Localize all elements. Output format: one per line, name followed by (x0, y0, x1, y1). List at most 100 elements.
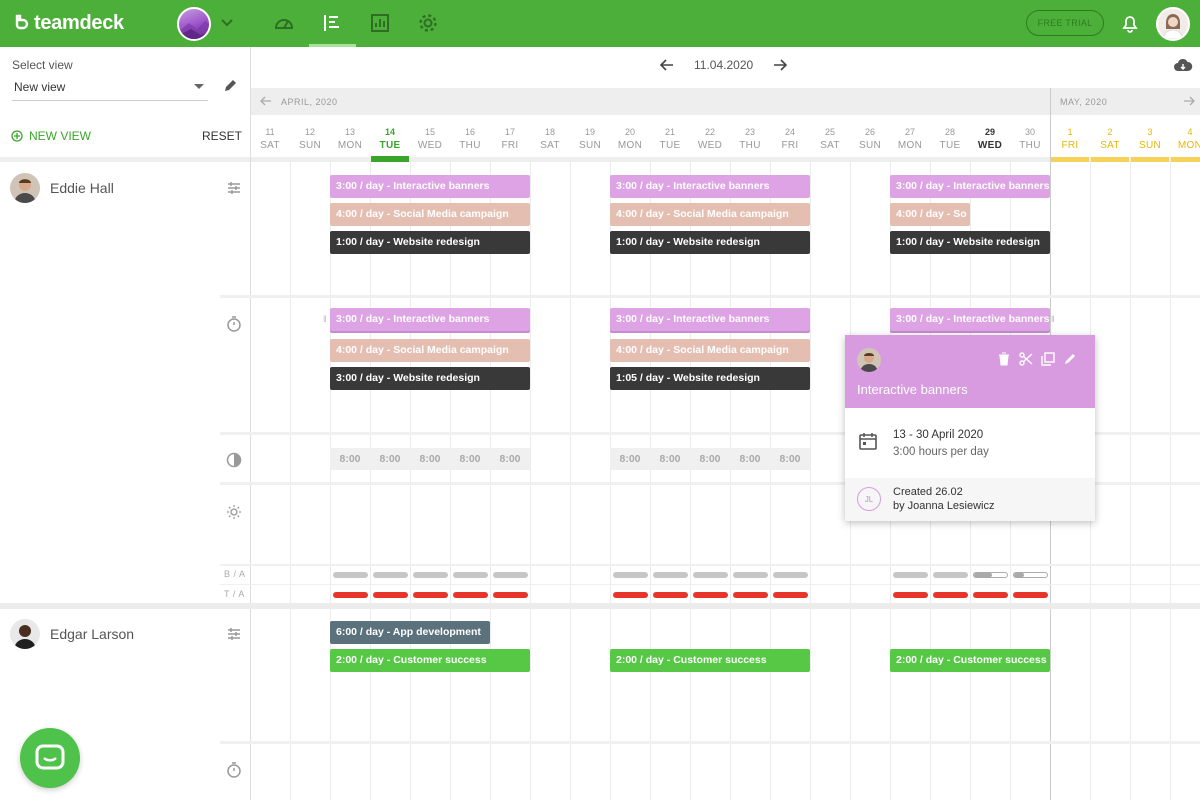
copy-icon[interactable] (1041, 352, 1055, 366)
top-bar: teamdeck FREE TRIAL (0, 0, 1200, 47)
reset-button[interactable]: RESET (202, 129, 242, 143)
free-trial-button[interactable]: FREE TRIAL (1026, 10, 1104, 36)
day-column-header[interactable]: 30 THU (1010, 125, 1050, 153)
assignment-bar[interactable]: 4:00 / day - Social Media campaign (610, 203, 810, 226)
day-column-header[interactable]: 23 THU (730, 125, 770, 153)
ba-pill (693, 572, 728, 578)
day-number: 14 (384, 127, 395, 137)
capacity-hours: 8:00 (499, 453, 521, 465)
day-column-header[interactable]: 14 TUE (370, 125, 410, 153)
assignment-bar[interactable]: 2:00 / day - Customer success (610, 649, 810, 672)
bell-icon[interactable] (1120, 13, 1140, 33)
day-column-header[interactable]: 1 FRI (1050, 125, 1090, 153)
schedule-icon[interactable] (322, 12, 344, 34)
dashboard-icon[interactable] (273, 12, 295, 34)
assignment-bar[interactable]: 4:00 / day - So (890, 203, 970, 226)
user-avatar[interactable] (1156, 7, 1190, 41)
assignment-bar[interactable]: 2:00 / day - Customer success (330, 649, 530, 672)
reports-icon[interactable] (369, 12, 391, 34)
planned-sliders-icon (228, 182, 240, 194)
timesheet-bar[interactable]: 4:00 / day - Social Media campaign (330, 339, 530, 362)
current-date[interactable]: 11.04.2020 (694, 58, 753, 72)
trash-icon[interactable] (997, 352, 1011, 366)
day-column-header[interactable]: 24 FRI (770, 125, 810, 153)
assignment-bar[interactable]: 1:00 / day - Website redesign (330, 231, 530, 254)
chat-widget-button[interactable] (20, 728, 80, 788)
assignment-bar[interactable]: 3:00 / day - Interactive banners (330, 175, 530, 198)
day-column-header[interactable]: 16 THU (450, 125, 490, 153)
timesheet-bar[interactable]: 3:00 / day - Website redesign (330, 367, 530, 390)
day-column-header[interactable]: 12 SUN (290, 125, 330, 153)
select-view-dropdown[interactable]: New view (14, 80, 65, 94)
caret-down-icon[interactable] (194, 84, 204, 89)
day-column-header[interactable]: 27 MON (890, 125, 930, 153)
teamdeck-logo[interactable]: teamdeck (14, 11, 124, 35)
assignment-bar[interactable]: 4:00 / day - Social Media campaign (330, 203, 530, 226)
scissors-icon[interactable] (1019, 352, 1033, 366)
assignment-bar[interactable]: 1:00 / day - Website redesign (890, 231, 1050, 254)
creator-initials-avatar: JL (857, 487, 881, 511)
day-column-header[interactable]: 4 MON (1170, 125, 1200, 153)
person-separator (0, 603, 1200, 609)
chevron-down-icon[interactable] (220, 16, 234, 30)
new-view-button[interactable]: NEW VIEW (11, 129, 91, 143)
settings-icon[interactable] (417, 12, 439, 34)
day-weekday: SAT (820, 140, 840, 151)
arrow-right-icon[interactable] (773, 58, 788, 72)
day-weekday: SAT (1100, 140, 1120, 151)
day-column-header[interactable]: 29 WED (970, 125, 1010, 153)
timesheet-bar[interactable]: 3:00 / day - Interactive banners (330, 308, 530, 331)
pencil-icon[interactable] (222, 78, 238, 94)
person-name: Eddie Hall (50, 180, 114, 196)
day-column-header[interactable]: 2 SAT (1090, 125, 1130, 153)
day-column-header[interactable]: 26 SUN (850, 125, 890, 153)
drag-handle[interactable]: ‖ (323, 314, 327, 324)
drag-handle[interactable]: ‖ (1051, 314, 1055, 324)
timesheet-bar[interactable]: 3:00 / day - Interactive banners (610, 308, 810, 331)
plus-circle-icon (11, 130, 23, 142)
day-number: 2 (1107, 127, 1113, 137)
avatar (857, 348, 881, 372)
assignment-bar[interactable]: 1:00 / day - Website redesign (610, 231, 810, 254)
timesheet-bar[interactable]: 1:05 / day - Website redesign (610, 367, 810, 390)
day-column-header[interactable]: 21 TUE (650, 125, 690, 153)
day-column-header[interactable]: 15 WED (410, 125, 450, 153)
month-label-april: APRIL, 2020 (281, 97, 338, 107)
day-column-header[interactable]: 20 MON (610, 125, 650, 153)
month-prev-icon[interactable] (260, 96, 272, 106)
day-column-header[interactable]: 3 SUN (1130, 125, 1170, 153)
grid-line (570, 162, 571, 800)
day-column-header[interactable]: 19 SUN (570, 125, 610, 153)
day-column-header[interactable]: 18 SAT (530, 125, 570, 153)
ta-pill (453, 592, 488, 598)
person-eddie-hall[interactable]: Eddie Hall (10, 173, 114, 203)
arrow-left-icon[interactable] (660, 58, 674, 72)
day-column-header[interactable]: 25 SAT (810, 125, 850, 153)
row-separator (220, 584, 1200, 585)
day-weekday: WED (697, 140, 723, 151)
grid-line (810, 162, 811, 800)
day-number: 3 (1147, 127, 1153, 137)
cloud-download-icon[interactable] (1173, 58, 1193, 74)
day-column-header[interactable]: 22 WED (690, 125, 730, 153)
month-next-icon[interactable] (1183, 96, 1195, 106)
day-weekday: SAT (540, 140, 560, 151)
day-column-header[interactable]: 11 SAT (250, 125, 290, 153)
assignment-popup: Interactive banners 13 - 30 April 2020 3… (845, 335, 1095, 521)
day-column-header[interactable]: 17 FRI (490, 125, 530, 153)
person-edgar-larson[interactable]: Edgar Larson (10, 619, 134, 649)
ba-pill (333, 572, 368, 578)
assignment-bar[interactable]: 3:00 / day - Interactive banners (890, 175, 1050, 198)
day-column-header[interactable]: 13 MON (330, 125, 370, 153)
workspace-avatar[interactable] (177, 7, 211, 41)
timesheet-bar[interactable]: 4:00 / day - Social Media campaign (610, 339, 810, 362)
ta-pill (733, 592, 768, 598)
timesheet-bar[interactable]: 3:00 / day - Interactive banners (890, 308, 1050, 331)
pencil-icon[interactable] (1063, 352, 1077, 366)
assignment-bar[interactable]: 3:00 / day - Interactive banners (610, 175, 810, 198)
assignment-bar[interactable]: 2:00 / day - Customer success (890, 649, 1050, 672)
day-column-header[interactable]: 28 TUE (930, 125, 970, 153)
grid-line (290, 162, 291, 800)
assignment-bar[interactable]: 6:00 / day - App development (330, 621, 490, 644)
ba-pill (413, 572, 448, 578)
